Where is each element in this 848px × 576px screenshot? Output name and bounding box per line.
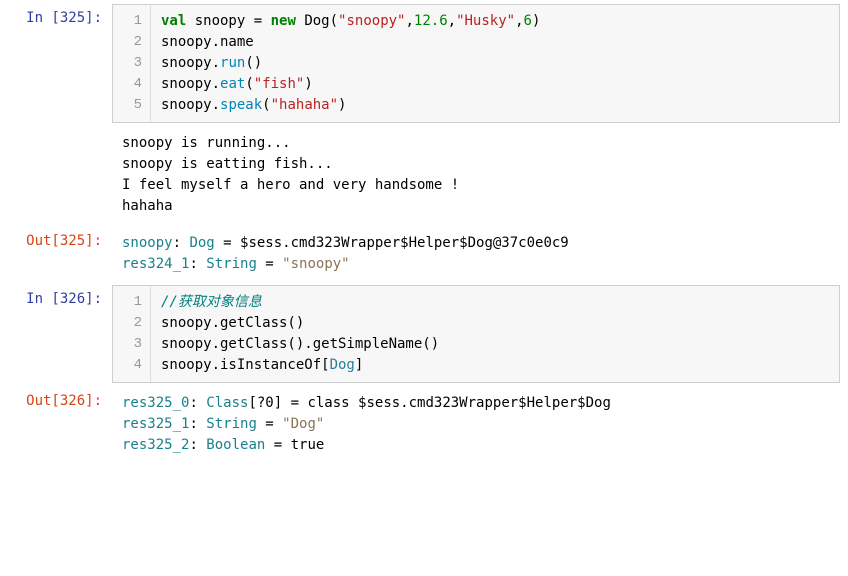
output-prompt: Out[325]: xyxy=(8,227,112,281)
output-text: snoopy: Dog = $sess.cmd323Wrapper$Helper… xyxy=(112,227,840,281)
code-body[interactable]: val snoopy = new Dog("snoopy",12.6,"Husk… xyxy=(151,5,839,122)
input-cell: In [326]:1 2 3 4//获取对象信息 snoopy.getClass… xyxy=(8,285,840,383)
line-gutter: 1 2 3 4 xyxy=(113,286,151,382)
output-prompt: Out[326]: xyxy=(8,387,112,462)
code-area[interactable]: 1 2 3 4 5val snoopy = new Dog("snoopy",1… xyxy=(112,4,840,123)
code-area[interactable]: 1 2 3 4//获取对象信息 snoopy.getClass() snoopy… xyxy=(112,285,840,383)
output-cell: Out[325]:snoopy: Dog = $sess.cmd323Wrapp… xyxy=(8,227,840,281)
input-cell: In [325]:1 2 3 4 5val snoopy = new Dog("… xyxy=(8,4,840,123)
empty-prompt xyxy=(8,127,112,223)
stdout-text: snoopy is running... snoopy is eatting f… xyxy=(112,127,840,223)
line-gutter: 1 2 3 4 5 xyxy=(113,5,151,122)
input-prompt: In [325]: xyxy=(8,4,112,123)
stdout-cell: snoopy is running... snoopy is eatting f… xyxy=(8,127,840,223)
input-prompt: In [326]: xyxy=(8,285,112,383)
output-cell: Out[326]:res325_0: Class[?0] = class $se… xyxy=(8,387,840,462)
output-text: res325_0: Class[?0] = class $sess.cmd323… xyxy=(112,387,840,462)
code-body[interactable]: //获取对象信息 snoopy.getClass() snoopy.getCla… xyxy=(151,286,839,382)
